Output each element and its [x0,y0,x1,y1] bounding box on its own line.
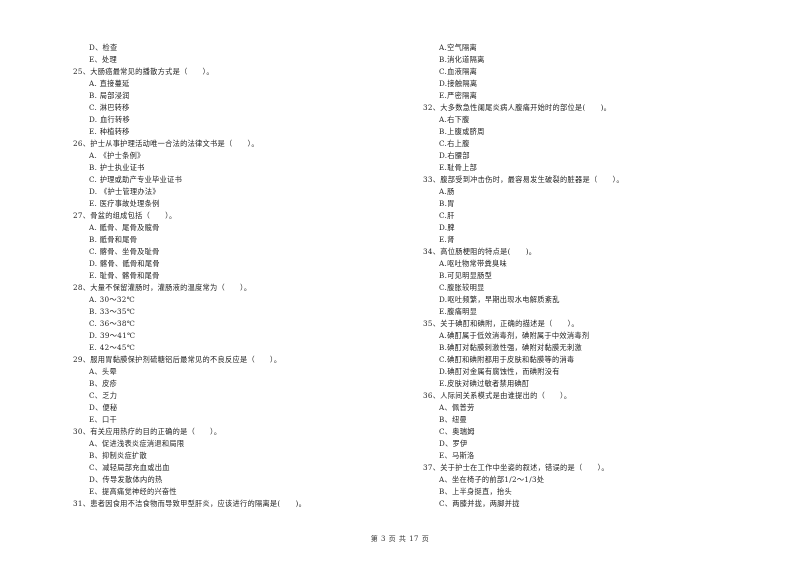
answer-option: A、促进浅表炎症消退和局限 [89,439,185,448]
question-stem: 31、患者因食用不洁食物而导致甲型肝炎，应该进行的隔离是( )。 [73,499,307,508]
answer-option: C.碘酊和碘附都用于皮肤和黏膜等的消毒 [439,355,575,364]
answer-option: B. 33～35℃ [89,307,136,316]
question-stem: 37、关于护士在工作中坐姿的叙述，错误的是（ ）。 [423,463,609,472]
answer-option: B.上腹或脐周 [439,127,485,136]
answer-option: C、减轻局部充血或出血 [89,463,170,472]
answer-option: E.耻骨上部 [439,163,478,172]
answer-option: D、检查 [89,43,118,52]
answer-option: C.右上腹 [439,139,470,148]
answer-option: B.胃 [439,199,455,208]
question-stem: 28、大量不保留灌肠时，灌肠液的温度常为（ ）。 [73,283,252,292]
answer-option: B. 骶骨和尾骨 [89,235,138,244]
answer-option: C、奥瑞姆 [439,427,475,436]
answer-option: A. 30～32℃ [89,295,135,304]
answer-option: D.脾 [439,223,455,232]
question-stem: 34、高位肠梗阻的特点是( )。 [423,247,537,256]
question-stem: 29、服用胃黏膜保护剂硫糖铝后最常见的不良反应是（ ）。 [73,355,282,364]
answer-option: B、上半身挺直，抬头 [439,487,512,496]
answer-option: A.碘酊属于低效消毒剂，碘附属于中效消毒剂 [439,331,590,340]
answer-option: E. 医疗事故处理条例 [89,199,160,208]
answer-option: C. 护理或助产专业毕业证书 [89,175,183,184]
question-stem: 33、腹部受到冲击伤时，最容易发生破裂的脏器是（ ）。 [423,175,624,184]
question-stem: 32、大多数急性阑尾炎病人腹痛开始时的部位是( )。 [423,103,612,112]
answer-option: C、两膝并拢，两脚并拢 [439,499,520,508]
answer-option: B、抑制炎症扩散 [89,451,147,460]
answer-option: E. 耻骨、髂骨和尾骨 [89,271,160,280]
answer-option: C.肝 [439,211,455,220]
answer-option: B.可见明显肠型 [439,271,493,280]
right-column: A.空气隔离 B.消化道隔离 C.血液隔离 D.接触隔离 E.严密隔离 32、大多数急性阑… [423,42,763,510]
question-stem: 27、骨盆的组成包括（ ）。 [73,211,177,220]
answer-option: E、马斯洛 [439,451,475,460]
answer-option: C. 淋巴转移 [89,103,130,112]
answer-option: C.血液隔离 [439,67,478,76]
answer-option: D、便秘 [89,403,118,412]
answer-option: A.空气隔离 [439,43,478,52]
answer-option: D. 血行转移 [89,115,130,124]
answer-option: B. 护士执业证书 [89,163,145,172]
answer-option: B. 局部浸润 [89,91,130,100]
answer-option: B.消化道隔离 [439,55,485,64]
answer-option: D. 《护士管理办法》 [89,187,160,196]
answer-option: A.右下腹 [439,115,470,124]
answer-option: B、皮疹 [89,379,118,388]
question-stem: 25、大肠癌最常见的播散方式是（ ）。 [73,67,214,76]
page-footer: 第 3 页 共 17 页 [370,535,430,543]
answer-option: C、乏力 [89,391,118,400]
answer-option: A. 直接蔓延 [89,79,130,88]
answer-option: A、头晕 [89,367,117,376]
answer-option: A、坐在椅子的前部1/2～1/3处 [439,475,545,484]
answer-option: E、处理 [89,55,118,64]
question-stem: 26、护士从事护理活动唯一合法的法律文书是（ ）。 [73,139,259,148]
question-stem: 30、有关应用热疗的目的正确的是（ ）。 [73,427,222,436]
answer-option: E.腹痛明显 [439,307,478,316]
answer-option: D.接触隔离 [439,79,478,88]
answer-option: B.碘酊对黏膜刺激性强，碘附对黏膜无刺激 [439,343,582,352]
answer-option: D、罗伊 [439,439,468,448]
question-stem: 35、关于碘酊和碘附，正确的描述是（ ）。 [423,319,579,328]
answer-option: D.右腰部 [439,151,470,160]
answer-option: E. 42～45℃ [89,343,136,352]
answer-option: A.呕吐物常带粪臭味 [439,259,507,268]
answer-option: B、纽曼 [439,415,468,424]
answer-option: A.肠 [439,187,455,196]
answer-option: D.呕吐频繁，早期出现水电解质紊乱 [439,295,560,304]
left-column: D、检查 E、处理 25、大肠癌最常见的播散方式是（ ）。 A. 直接蔓延 B. 局部浸… [73,42,413,510]
answer-option: D. 39～41℃ [89,331,136,340]
answer-option: D、传导发散体内的热 [89,475,163,484]
answer-option: C. 髂骨、坐骨及耻骨 [89,247,160,256]
answer-option: C.腹胀较明显 [439,283,485,292]
answer-option: E.严密隔离 [439,91,478,100]
answer-option: E、提高痛觉神经的兴奋性 [89,487,177,496]
answer-option: A. 《护士条例》 [89,151,145,160]
answer-option: E.皮肤对碘过敏者禁用碘酊 [439,379,530,388]
answer-option: D.碘酊对金属有腐蚀性，而碘附没有 [439,367,560,376]
answer-option: A、佩普劳 [439,403,475,412]
answer-option: C. 36～38℃ [89,319,136,328]
answer-option: E、口干 [89,415,118,424]
answer-option: A. 骶骨、尾骨及髋骨 [89,223,160,232]
answer-option: E.肾 [439,235,455,244]
question-stem: 36、人际间关系模式是由谁提出的（ ）。 [423,391,572,400]
answer-option: E. 种植转移 [89,127,130,136]
answer-option: D. 髂骨、骶骨和尾骨 [89,259,160,268]
